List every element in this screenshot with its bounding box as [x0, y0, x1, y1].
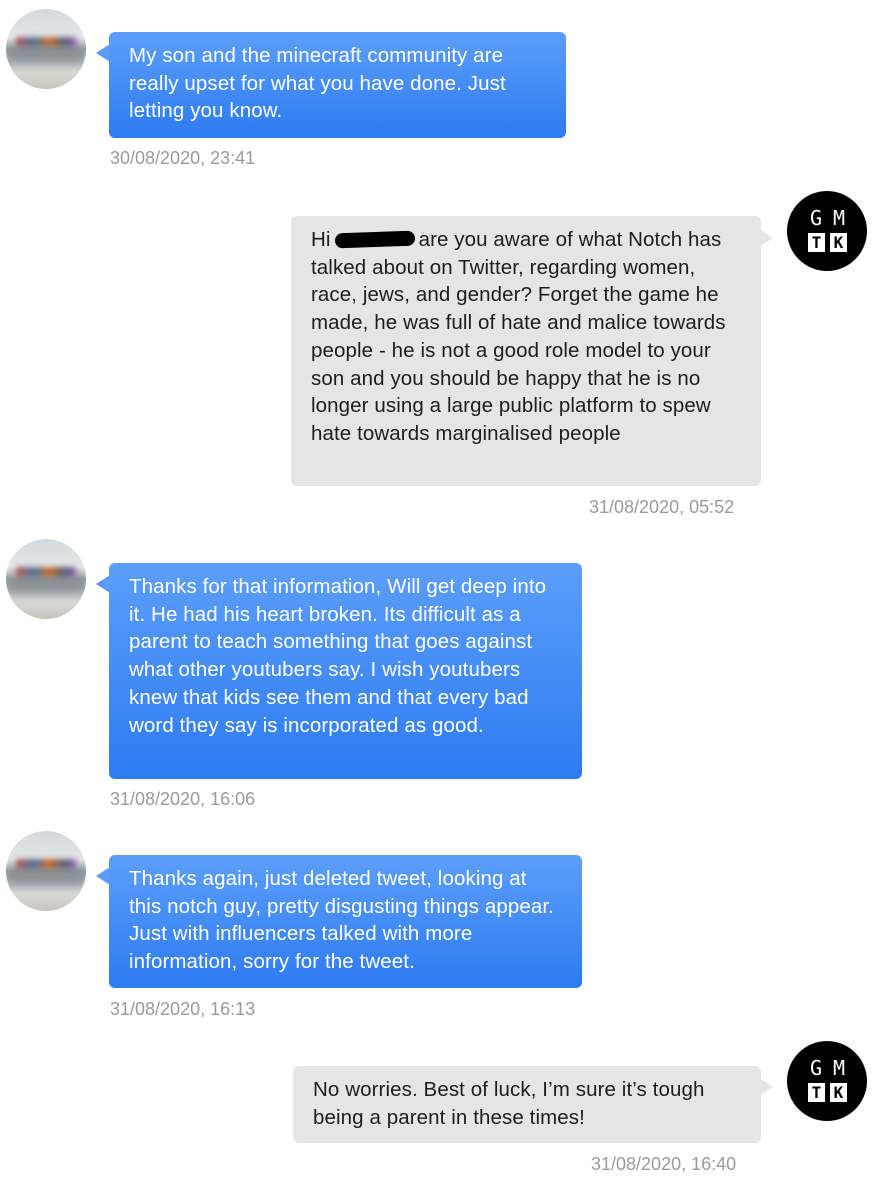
logo-letter-box: T [808, 233, 825, 252]
bubble-tail [96, 575, 110, 593]
gmtk-logo-avatar[interactable]: G M T K [787, 191, 867, 271]
contact-avatar[interactable] [6, 9, 86, 89]
contact-avatar[interactable] [6, 831, 86, 911]
message-timestamp: 31/08/2020, 16:40 [591, 1154, 737, 1174]
logo-letter: G [809, 206, 823, 230]
message-bubble-incoming[interactable]: Thanks for that information, Will get de… [109, 563, 582, 779]
message-text: Thanks again, just deleted tweet, lookin… [129, 867, 554, 974]
message-bubble-incoming[interactable]: My son and the minecraft community are r… [109, 32, 566, 138]
bubble-tail [759, 229, 773, 247]
message-text: No worries. Best of luck, I’m sure it’s … [313, 1078, 705, 1129]
message-timestamp: 30/08/2020, 23:41 [110, 148, 256, 168]
logo-letter: G [809, 1056, 823, 1080]
logo-letter: M [832, 1056, 846, 1080]
logo-letter: M [832, 206, 846, 230]
contact-avatar[interactable] [6, 539, 86, 619]
message-text: Thanks for that information, Will get de… [129, 575, 547, 737]
logo-letter-box: T [808, 1083, 825, 1102]
logo-letter-box: K [830, 1083, 847, 1102]
bubble-tail [759, 1078, 773, 1096]
message-bubble-outgoing[interactable]: No worries. Best of luck, I’m sure it’s … [293, 1066, 761, 1143]
message-bubble-incoming[interactable]: Thanks again, just deleted tweet, lookin… [109, 855, 582, 988]
redacted-name [334, 230, 415, 249]
bubble-tail [96, 44, 110, 62]
logo-letter-box: K [830, 233, 847, 252]
message-text: are you aware of what Notch has talked a… [311, 228, 726, 445]
message-timestamp: 31/08/2020, 16:06 [110, 789, 256, 809]
message-timestamp: 31/08/2020, 16:13 [110, 999, 256, 1019]
gmtk-logo-avatar[interactable]: G M T K [787, 1041, 867, 1121]
message-bubble-outgoing[interactable]: Hi are you aware of what Notch has talked… [291, 216, 761, 486]
message-timestamp: 31/08/2020, 05:52 [589, 497, 735, 517]
message-text: My son and the minecraft community are r… [129, 44, 506, 123]
message-text: Hi [311, 228, 331, 251]
bubble-tail [96, 867, 110, 885]
